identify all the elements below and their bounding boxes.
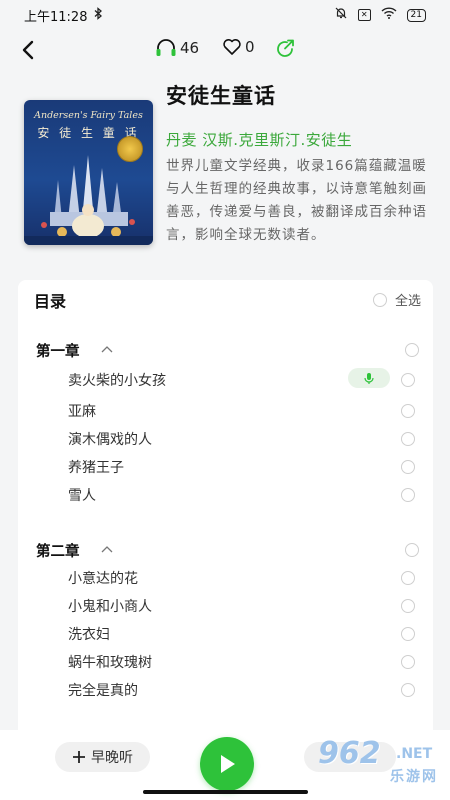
- microphone-icon: [364, 372, 374, 384]
- status-right: ✕ 21: [334, 6, 426, 24]
- list-item[interactable]: 完全是真的: [18, 676, 433, 704]
- add-to-playlist-button[interactable]: 早晚听: [55, 742, 150, 772]
- heart-icon: [223, 39, 241, 55]
- book-author[interactable]: 丹麦 汉斯.克里斯汀.安徒生: [166, 129, 352, 150]
- item-title: 完全是真的: [68, 683, 138, 699]
- item-title: 卖火柴的小女孩: [68, 373, 166, 389]
- cover-title-en: Andersen's Fairy Tales: [34, 110, 143, 121]
- list-item[interactable]: 卖火柴的小女孩: [18, 366, 433, 394]
- chapter-1-header[interactable]: 第一章: [18, 336, 433, 364]
- watermark-site: 乐游网: [390, 769, 438, 785]
- list-item[interactable]: 演木偶戏的人: [18, 425, 433, 453]
- item-radio[interactable]: [401, 627, 415, 641]
- item-title: 小意达的花: [68, 571, 138, 587]
- list-item[interactable]: 养猪王子: [18, 453, 433, 481]
- book-description: 世界儿童文学经典，收录166篇蕴藏温暖与人生哲理的经典故事，以诗意笔触刻画善恶，…: [166, 158, 427, 243]
- select-all-label: 全选: [394, 294, 421, 309]
- voice-button[interactable]: [348, 368, 390, 388]
- watermark-number: 962: [318, 736, 381, 771]
- item-radio[interactable]: [401, 571, 415, 585]
- share-icon: [277, 39, 294, 57]
- status-bar: 上午11:28 ✕ 21: [0, 0, 450, 30]
- item-title: 小鬼和小商人: [68, 599, 152, 615]
- mute-bell-icon: [334, 6, 348, 24]
- item-title: 演木偶戏的人: [68, 432, 152, 448]
- item-radio[interactable]: [401, 599, 415, 613]
- toc-heading: 目录: [34, 292, 67, 311]
- list-item[interactable]: 雪人: [18, 481, 433, 509]
- back-button[interactable]: [14, 36, 42, 64]
- listen-count-button[interactable]: 46: [155, 38, 199, 58]
- select-all-button[interactable]: 全选: [372, 290, 421, 309]
- list-item[interactable]: 洗衣妇: [18, 620, 433, 648]
- share-button[interactable]: [274, 38, 296, 64]
- chapter-title: 第二章: [36, 544, 80, 560]
- item-title: 亚麻: [68, 404, 96, 420]
- top-nav: 46 0: [0, 30, 450, 72]
- chapter-1-radio[interactable]: [405, 343, 419, 357]
- toc-card: 目录 全选 第一章 卖火柴的小女孩 亚麻 演木偶戏的人 养猪王子 雪人 第二章: [18, 280, 433, 740]
- headphones-icon: [156, 39, 176, 56]
- play-button[interactable]: [200, 737, 254, 791]
- plus-icon: [73, 751, 85, 763]
- item-title: 蜗牛和玫瑰树: [68, 655, 152, 671]
- item-title: 养猪王子: [68, 460, 124, 476]
- sim-icon: ✕: [357, 9, 371, 21]
- book-title: 安徒生童话: [166, 84, 276, 108]
- list-item[interactable]: 小意达的花: [18, 564, 433, 592]
- list-item[interactable]: 蜗牛和玫瑰树: [18, 648, 433, 676]
- item-radio[interactable]: [401, 488, 415, 502]
- listen-count: 46: [180, 39, 200, 57]
- status-left: 上午11:28: [24, 6, 103, 25]
- wifi-icon: [381, 7, 397, 23]
- item-radio[interactable]: [401, 373, 415, 387]
- bluetooth-icon: [93, 6, 103, 24]
- chevron-up-icon[interactable]: [100, 344, 114, 354]
- like-count: 0: [245, 38, 255, 56]
- item-radio[interactable]: [401, 404, 415, 418]
- castle-illustration: [24, 155, 153, 245]
- back-arrow-icon: [22, 40, 34, 60]
- list-item[interactable]: 亚麻: [18, 397, 433, 425]
- item-radio[interactable]: [401, 432, 415, 446]
- battery-icon: 21: [406, 8, 426, 22]
- chapter-2-header[interactable]: 第二章: [18, 536, 433, 564]
- watermark-net: .NET: [396, 746, 433, 762]
- chevron-up-icon[interactable]: [100, 544, 114, 554]
- play-icon: [221, 755, 235, 773]
- home-indicator[interactable]: [143, 790, 308, 794]
- bottom-bar: 早晚听 962 .NET 乐游网: [0, 730, 450, 800]
- item-radio[interactable]: [401, 460, 415, 474]
- list-item[interactable]: 小鬼和小商人: [18, 592, 433, 620]
- book-cover: Andersen's Fairy Tales 安 徒 生 童 话: [24, 100, 153, 245]
- status-time: 上午11:28: [24, 9, 88, 25]
- add-label: 早晚听: [91, 750, 133, 766]
- chapter-title: 第一章: [36, 344, 80, 360]
- item-radio[interactable]: [401, 683, 415, 697]
- site-watermark: 962 .NET 乐游网: [318, 736, 446, 794]
- select-all-radio[interactable]: [372, 292, 387, 307]
- like-button[interactable]: 0: [222, 38, 255, 56]
- item-title: 雪人: [68, 488, 96, 504]
- item-title: 洗衣妇: [68, 627, 110, 643]
- chapter-2-radio[interactable]: [405, 543, 419, 557]
- item-radio[interactable]: [401, 655, 415, 669]
